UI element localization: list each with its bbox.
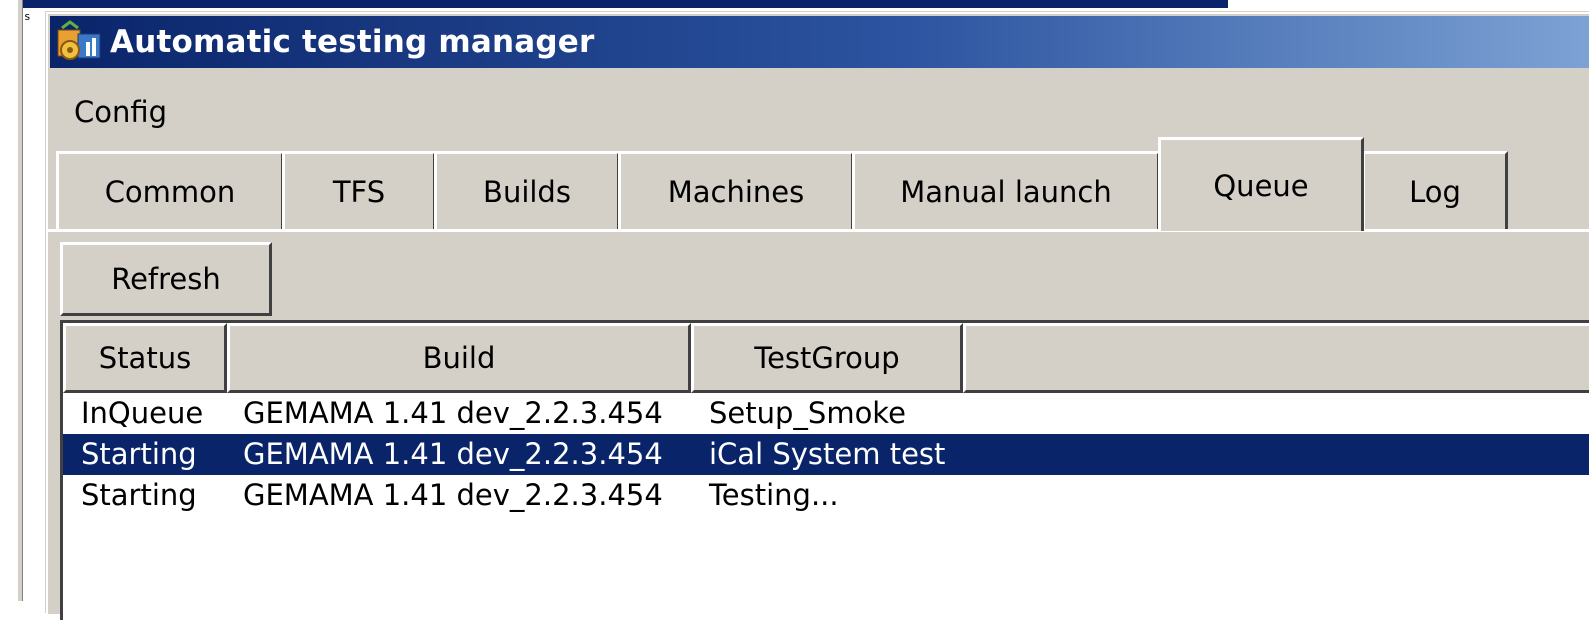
column-header-label: TestGroup (754, 341, 900, 375)
tab-label: Machines (667, 174, 805, 209)
tab-label: Common (104, 174, 236, 209)
row-build: GEMAMA 1.41 dev_2.2.3.454 (243, 478, 663, 512)
row-build: GEMAMA 1.41 dev_2.2.3.454 (243, 396, 663, 430)
column-header-filler (963, 323, 1589, 393)
queue-row[interactable]: InQueue GEMAMA 1.41 dev_2.2.3.454 Setup_… (63, 393, 1589, 434)
column-header-label: Build (422, 341, 496, 375)
row-status: InQueue (81, 396, 204, 430)
tab-manual-launch[interactable]: Manual launch (852, 151, 1160, 229)
tab-queue[interactable]: Queue (1158, 137, 1364, 231)
title-bar[interactable]: Automatic testing manager (50, 16, 1589, 68)
tab-log[interactable]: Log (1362, 151, 1508, 229)
tab-builds[interactable]: Builds (434, 151, 620, 229)
refresh-button[interactable]: Refresh (60, 242, 272, 316)
tab-common[interactable]: Common (56, 151, 284, 229)
background-window-titlebar (18, 0, 1228, 8)
tab-strip: Common TFS Builds Machines Manual launch… (8, 137, 1589, 231)
menu-config[interactable]: Config (70, 91, 171, 133)
row-test-group: iCal System test (709, 437, 946, 471)
app-icon (56, 20, 104, 64)
tab-machines[interactable]: Machines (618, 151, 854, 229)
column-header-build[interactable]: Build (227, 323, 691, 393)
window-title: Automatic testing manager (110, 24, 595, 60)
background-window-text: s (24, 10, 31, 23)
queue-list[interactable]: Status Build TestGroup InQueue GEMAMA 1.… (60, 320, 1589, 620)
row-status: Starting (81, 437, 197, 471)
column-header-status[interactable]: Status (63, 323, 227, 393)
tab-tfs[interactable]: TFS (282, 151, 436, 229)
row-build: GEMAMA 1.41 dev_2.2.3.454 (243, 437, 663, 471)
row-test-group: Testing... (709, 478, 839, 512)
column-header-label: Status (98, 341, 192, 375)
queue-list-rows: InQueue GEMAMA 1.41 dev_2.2.3.454 Setup_… (63, 393, 1589, 516)
tab-label: Manual launch (900, 174, 1112, 209)
tab-label: TFS (332, 174, 386, 209)
row-test-group: Setup_Smoke (709, 396, 906, 430)
tab-label: Queue (1213, 168, 1309, 203)
queue-list-header: Status Build TestGroup (63, 323, 1589, 393)
row-status: Starting (81, 478, 197, 512)
refresh-button-label: Refresh (111, 262, 221, 296)
queue-panel: Refresh Status Build TestGroup InQueue G… (46, 232, 1589, 620)
column-header-testgroup[interactable]: TestGroup (691, 323, 963, 393)
queue-row-selected[interactable]: Starting GEMAMA 1.41 dev_2.2.3.454 iCal … (63, 434, 1589, 475)
queue-row[interactable]: Starting GEMAMA 1.41 dev_2.2.3.454 Testi… (63, 475, 1589, 516)
background-window-edge (18, 0, 23, 601)
tab-label: Log (1409, 174, 1461, 209)
tab-label: Builds (483, 174, 571, 209)
